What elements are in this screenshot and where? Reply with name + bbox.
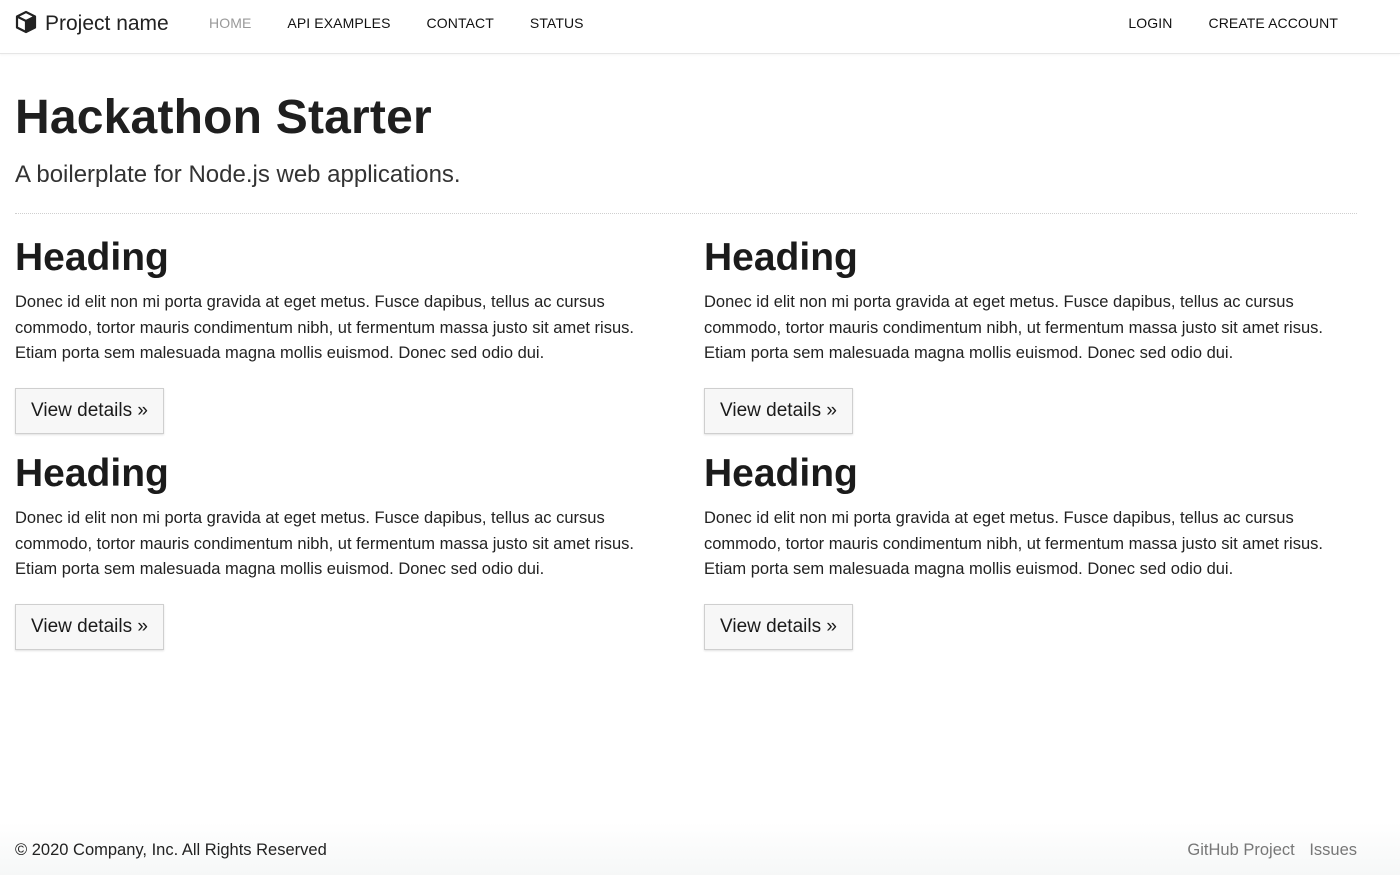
nav-contact[interactable]: Contact [427,15,494,31]
page-title: Hackathon Starter [15,91,432,144]
card-body: Donec id elit non mi porta gravida at eg… [704,509,1323,578]
feature-card: Heading Donec id elit non mi porta gravi… [15,451,675,650]
main-nav: Home API Examples Contact Status [209,15,620,31]
nav-status[interactable]: Status [530,15,584,31]
card-heading: Heading [704,236,858,279]
page-subtitle: A boilerplate for Node.js web applicatio… [15,161,461,188]
brand-name: Project name [45,12,169,35]
feature-card: Heading Donec id elit non mi porta gravi… [704,235,1364,434]
copyright-text: © 2020 Company, Inc. All Rights Reserved [15,841,327,859]
top-navbar: Project name Home API Examples Contact S… [0,0,1400,54]
issues-link[interactable]: Issues [1309,841,1357,859]
divider [15,213,1357,214]
page-footer: © 2020 Company, Inc. All Rights Reserved… [0,822,1400,875]
feature-card: Heading Donec id elit non mi porta gravi… [704,451,1364,650]
view-details-button[interactable]: View details » [15,387,164,434]
view-details-button[interactable]: View details » [15,603,164,650]
card-heading: Heading [15,452,169,495]
nav-api-examples[interactable]: API Examples [287,15,390,31]
nav-login[interactable]: Login [1128,15,1172,31]
view-details-button[interactable]: View details » [704,603,853,650]
card-heading: Heading [704,452,858,495]
brand-link[interactable]: Project name [14,10,169,38]
card-body: Donec id elit non mi porta gravida at eg… [704,293,1323,362]
card-body: Donec id elit non mi porta gravida at eg… [15,509,634,578]
github-project-link[interactable]: GitHub Project [1187,841,1294,859]
cube-icon [14,10,38,39]
footer-links: GitHub Project Issues [1177,841,1357,860]
card-body: Donec id elit non mi porta gravida at eg… [15,293,634,362]
nav-home[interactable]: Home [209,15,251,31]
card-heading: Heading [15,236,169,279]
account-nav: Login Create Account [1092,15,1338,31]
feature-card: Heading Donec id elit non mi porta gravi… [15,235,675,434]
nav-create-account[interactable]: Create Account [1209,15,1339,31]
view-details-button[interactable]: View details » [704,387,853,434]
